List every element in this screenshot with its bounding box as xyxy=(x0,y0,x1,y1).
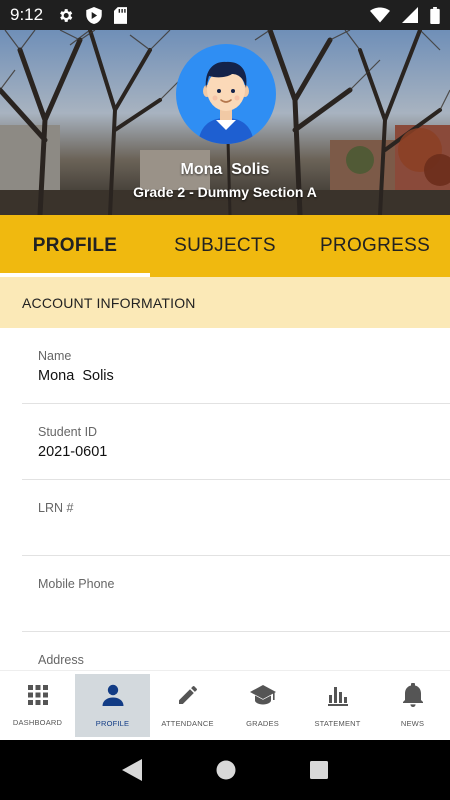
person-icon xyxy=(101,683,125,712)
student-grade-section: Grade 2 - Dummy Section A xyxy=(133,184,317,200)
field-label: Student ID xyxy=(38,425,98,439)
field-label: Mobile Phone xyxy=(38,577,115,591)
nav-profile[interactable]: PROFILE xyxy=(75,674,150,737)
battery-icon xyxy=(430,6,440,24)
field-label: LRN # xyxy=(38,501,74,515)
field-value: Mona Solis xyxy=(38,368,114,384)
field-label: Name xyxy=(38,349,72,363)
field-student-id: Student ID 2021-0601 xyxy=(22,404,450,480)
nav-grades[interactable]: GRADES xyxy=(225,671,300,740)
student-name: Mona Solis xyxy=(180,161,270,178)
tab-subjects[interactable]: SUBJECTS xyxy=(150,215,300,277)
nav-label: DASHBOARD xyxy=(12,718,63,727)
nav-label: PROFILE xyxy=(95,719,130,728)
bar-chart-icon xyxy=(326,683,350,712)
field-value xyxy=(38,596,450,613)
field-lrn: LRN # xyxy=(22,480,450,556)
nav-label: ATTENDANCE xyxy=(161,719,214,728)
bell-icon xyxy=(402,682,424,712)
nav-label: GRADES xyxy=(246,719,279,728)
system-navigation-bar xyxy=(0,740,450,800)
tab-profile[interactable]: PROFILE xyxy=(0,215,150,277)
field-label: Address xyxy=(38,653,84,667)
bottom-navigation: DASHBOARD PROFILE ATTENDANCE GRADES STAT… xyxy=(0,670,450,740)
field-address: Address xyxy=(22,632,450,670)
nav-label: STATEMENT xyxy=(314,719,361,728)
status-time: 9:12 xyxy=(10,5,44,24)
settings-icon xyxy=(57,7,74,24)
account-info-list[interactable]: Name Mona Solis Student ID 2021-0601 LRN… xyxy=(0,328,450,670)
nav-label: NEWS xyxy=(400,719,425,728)
grid-icon xyxy=(27,684,49,711)
pencil-icon xyxy=(176,683,200,712)
status-bar: 9:12 xyxy=(0,0,450,30)
play-protect-icon xyxy=(86,6,102,24)
wifi-icon xyxy=(370,7,390,23)
graduation-cap-icon xyxy=(249,683,276,712)
field-mobile-phone: Mobile Phone xyxy=(22,556,450,632)
sd-card-icon xyxy=(114,6,128,24)
nav-statement[interactable]: STATEMENT xyxy=(300,671,375,740)
back-icon[interactable] xyxy=(122,759,142,781)
profile-tabs: PROFILE SUBJECTS PROGRESS xyxy=(0,215,450,277)
nav-attendance[interactable]: ATTENDANCE xyxy=(150,671,225,740)
home-icon[interactable] xyxy=(216,760,236,780)
student-avatar-icon xyxy=(176,44,276,144)
field-value xyxy=(38,520,450,537)
field-value: 2021-0601 xyxy=(38,444,108,460)
nav-dashboard[interactable]: DASHBOARD xyxy=(0,671,75,740)
recents-icon[interactable] xyxy=(310,761,328,779)
profile-header: Mona Solis Grade 2 - Dummy Section A xyxy=(0,30,450,215)
nav-news[interactable]: NEWS xyxy=(375,671,450,740)
field-name: Name Mona Solis xyxy=(22,328,450,404)
section-title: ACCOUNT INFORMATION xyxy=(0,277,450,328)
signal-icon xyxy=(402,7,418,23)
tab-progress[interactable]: PROGRESS xyxy=(300,215,450,277)
